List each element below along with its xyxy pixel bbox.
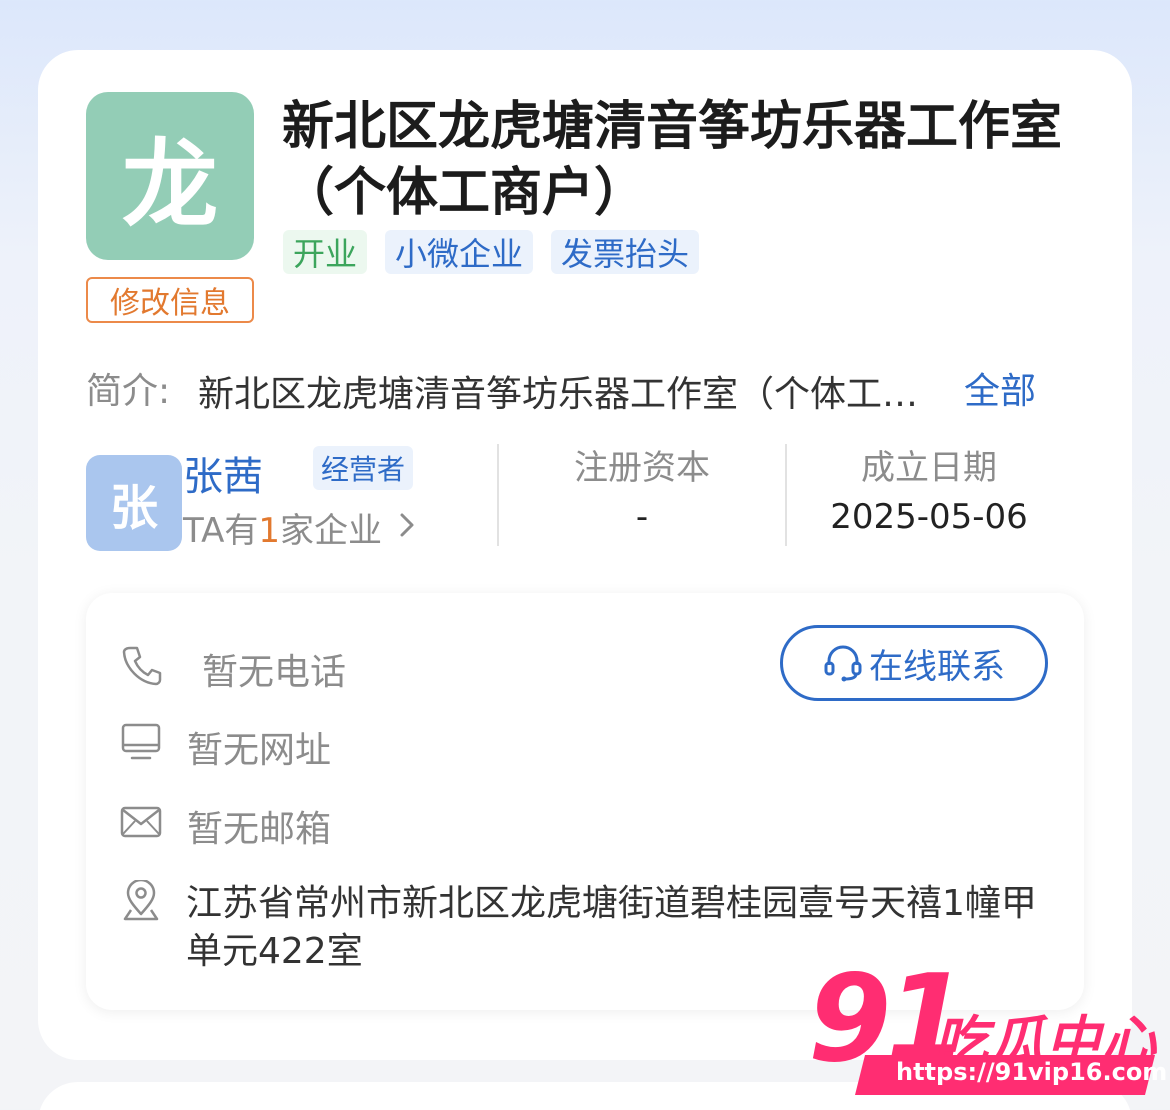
capital-value: - (635, 497, 649, 537)
company-name: 新北区龙虎塘清音筝坊乐器工作室（个体工商户） (282, 97, 1063, 223)
location-pin-icon (123, 880, 159, 921)
founded-date-label: 成立日期 (861, 448, 997, 488)
count-suffix: 家企业 (280, 511, 383, 551)
phone-text: 暂无电话 (202, 652, 347, 693)
watermark-url: https://91vip16.com (896, 1058, 1168, 1086)
intro-text: 新北区龙虎塘清音筝坊乐器工作室（个体工商户） (198, 374, 950, 415)
operator-avatar[interactable]: 张 (86, 455, 182, 551)
phone-icon (122, 646, 162, 686)
intro-more-link[interactable]: 全部 (964, 362, 1036, 414)
company-logo-char: 龙 (122, 128, 218, 241)
email-text: 暂无邮箱 (187, 809, 332, 850)
operator-role-badge: 经营者 (313, 446, 414, 490)
founded-date-value: 2025-05-06 (830, 497, 1028, 537)
online-contact-label: 在线联系 (869, 646, 1005, 687)
headset-icon (824, 645, 862, 682)
edit-info-button[interactable]: 修改信息 (86, 277, 254, 323)
count-prefix: TA有 (183, 511, 259, 551)
operator-company-count[interactable]: TA有1家企业 (183, 503, 382, 552)
watermark: 91 吃瓜中心 https://91vip16.com (800, 955, 1167, 1105)
mail-icon (120, 806, 162, 838)
operator-avatar-char: 张 (109, 480, 158, 536)
stats-divider-1 (497, 444, 499, 546)
tag-status[interactable]: 开业 (283, 230, 368, 274)
tag-scale[interactable]: 小微企业 (385, 230, 534, 274)
company-tags: 开业 小微企业 发票抬头 (283, 230, 700, 274)
tag-invoice[interactable]: 发票抬头 (551, 230, 700, 274)
website-text: 暂无网址 (187, 730, 332, 771)
monitor-icon (121, 723, 161, 760)
chevron-right-icon[interactable] (398, 512, 416, 538)
company-logo: 龙 (86, 92, 254, 260)
online-contact-button[interactable]: 在线联系 (780, 625, 1048, 701)
intro-label: 简介: (86, 371, 171, 412)
count-number: 1 (258, 511, 281, 551)
stats-divider-2 (785, 444, 787, 546)
capital-label: 注册资本 (574, 448, 710, 488)
operator-name[interactable]: 张茜 (183, 444, 263, 502)
